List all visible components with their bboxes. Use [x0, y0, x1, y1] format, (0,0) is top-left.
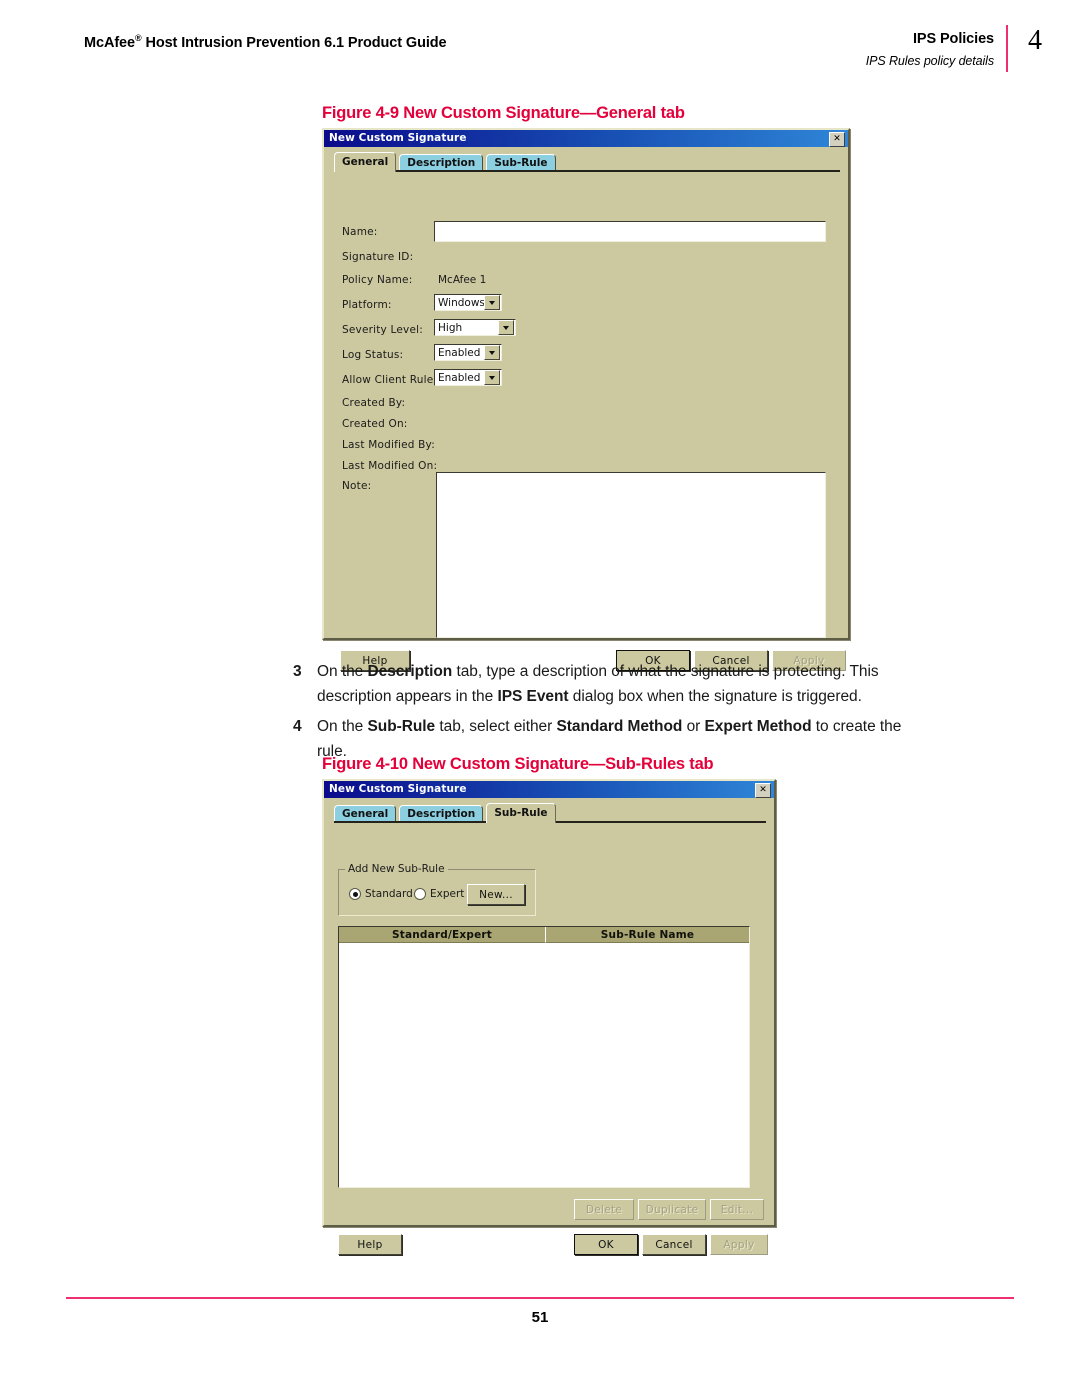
radio-expert-icon [414, 888, 426, 900]
radio-expert-label: Expert [430, 888, 465, 900]
close-icon[interactable]: ✕ [755, 783, 771, 798]
chevron-down-icon[interactable] [498, 320, 514, 335]
edit-button: Edit... [710, 1199, 764, 1220]
step-4-c: tab, select either [435, 718, 557, 735]
chevron-down-icon[interactable] [484, 345, 500, 360]
document-title: McAfee® Host Intrusion Prevention 6.1 Pr… [84, 33, 447, 51]
step-3-number: 3 [293, 663, 302, 680]
radio-standard-label: Standard [365, 888, 413, 900]
header-divider [1006, 25, 1008, 72]
label-last-modified-by: Last Modified By: [342, 439, 435, 451]
label-platform: Platform: [342, 299, 392, 311]
figure-4-10-caption: Figure 4-10 New Custom Signature—Sub-Rul… [322, 755, 714, 773]
dialog-title: New Custom Signature [329, 132, 467, 144]
new-sub-rule-button[interactable]: New... [467, 884, 525, 905]
step-3-l1c: tab, type a description of what the sign… [452, 663, 879, 680]
step-3-l2a: description appears in the [317, 688, 498, 705]
log-status-dropdown-value: Enabled [438, 346, 481, 359]
step-4-number: 4 [293, 718, 302, 735]
close-icon[interactable]: ✕ [829, 132, 845, 147]
listview-header: Standard/Expert Sub-Rule Name [339, 927, 749, 943]
severity-level-dropdown-value: High [438, 321, 463, 334]
radio-standard[interactable]: Standard [349, 888, 413, 900]
dialog-titlebar[interactable]: New Custom Signature ✕ [324, 130, 848, 147]
apply-button: Apply [710, 1234, 768, 1255]
cancel-button[interactable]: Cancel [642, 1234, 706, 1255]
label-signature-id: Signature ID: [342, 251, 414, 263]
label-name: Name: [342, 226, 378, 238]
page-header: McAfee® Host Intrusion Prevention 6.1 Pr… [0, 0, 1080, 86]
figure-4-9-caption: Figure 4-9 New Custom Signature—General … [322, 104, 685, 122]
tab-general[interactable]: General [334, 152, 397, 172]
section-title: IPS Policies [912, 31, 994, 47]
dialog-title: New Custom Signature [329, 783, 467, 795]
column-sub-rule-name[interactable]: Sub-Rule Name [546, 927, 749, 943]
platform-dropdown-value: Windows [438, 296, 484, 309]
step-3-l1b: Description [367, 663, 453, 680]
label-allow-client-rules: Allow Client Rules: [342, 374, 443, 386]
platform-dropdown[interactable]: Windows [434, 294, 502, 311]
step-3-l2c: dialog box when the signature is trigger… [568, 688, 862, 705]
radio-standard-icon [349, 888, 361, 900]
step-3-text: On the Description tab, type a descripti… [317, 659, 913, 709]
label-last-modified-on: Last Modified On: [342, 460, 438, 472]
allow-client-rules-dropdown-value: Enabled [438, 371, 481, 384]
duplicate-button: Duplicate [638, 1199, 706, 1220]
label-created-on: Created On: [342, 418, 408, 430]
label-created-by: Created By: [342, 397, 406, 409]
step-3-l2b: IPS Event [497, 688, 569, 705]
chevron-down-icon[interactable] [484, 370, 500, 385]
ok-button[interactable]: OK [574, 1234, 638, 1255]
tab-underline [334, 170, 840, 172]
add-new-sub-rule-groupbox: Add New Sub-Rule Standard Expert New... [338, 863, 536, 916]
tab-strip: General Description Sub-Rule [324, 803, 774, 823]
label-note: Note: [342, 480, 372, 492]
chapter-number: 4 [1028, 25, 1042, 56]
step-3-l1a: On the [317, 663, 368, 680]
tab-sub-rule[interactable]: Sub-Rule [486, 803, 556, 823]
tab-strip: General Description Sub-Rule [324, 152, 848, 172]
radio-expert[interactable]: Expert [414, 888, 464, 900]
value-policy-name: McAfee 1 [438, 274, 487, 286]
document-title-brand: McAfee [84, 34, 135, 51]
label-severity-level: Severity Level: [342, 324, 423, 336]
step-4-e: or [682, 718, 705, 735]
help-button[interactable]: Help [338, 1234, 402, 1255]
step-3: 3 On the Description tab, type a descrip… [293, 659, 913, 709]
add-new-sub-rule-title: Add New Sub-Rule [345, 863, 448, 875]
new-custom-signature-subrule-dialog: New Custom Signature ✕ General Descripti… [322, 779, 776, 1255]
step-4-f: Expert Method [704, 718, 812, 735]
allow-client-rules-dropdown[interactable]: Enabled [434, 369, 502, 386]
note-textarea[interactable] [436, 472, 826, 638]
listview-body[interactable] [339, 943, 749, 1186]
chevron-down-icon[interactable] [484, 295, 500, 310]
label-log-status: Log Status: [342, 349, 404, 361]
dialog-titlebar[interactable]: New Custom Signature ✕ [324, 781, 774, 798]
delete-button: Delete [574, 1199, 634, 1220]
header-section-block: IPS Policies IPS Rules policy details [764, 30, 994, 70]
label-policy-name: Policy Name: [342, 274, 413, 286]
name-input[interactable] [434, 221, 826, 242]
section-subtitle: IPS Rules policy details [865, 54, 994, 68]
document-title-rest: Host Intrusion Prevention 6.1 Product Gu… [141, 34, 447, 51]
footer-divider [66, 1297, 1014, 1299]
new-custom-signature-general-dialog: New Custom Signature ✕ General Descripti… [322, 128, 850, 671]
column-standard-expert[interactable]: Standard/Expert [339, 927, 546, 943]
sub-rules-listview[interactable]: Standard/Expert Sub-Rule Name [338, 926, 750, 1188]
log-status-dropdown[interactable]: Enabled [434, 344, 502, 361]
step-4-d: Standard Method [556, 718, 683, 735]
step-4-a: On the [317, 718, 368, 735]
severity-level-dropdown[interactable]: High [434, 319, 516, 336]
page-number: 51 [531, 1309, 549, 1326]
step-4-b: Sub-Rule [367, 718, 436, 735]
